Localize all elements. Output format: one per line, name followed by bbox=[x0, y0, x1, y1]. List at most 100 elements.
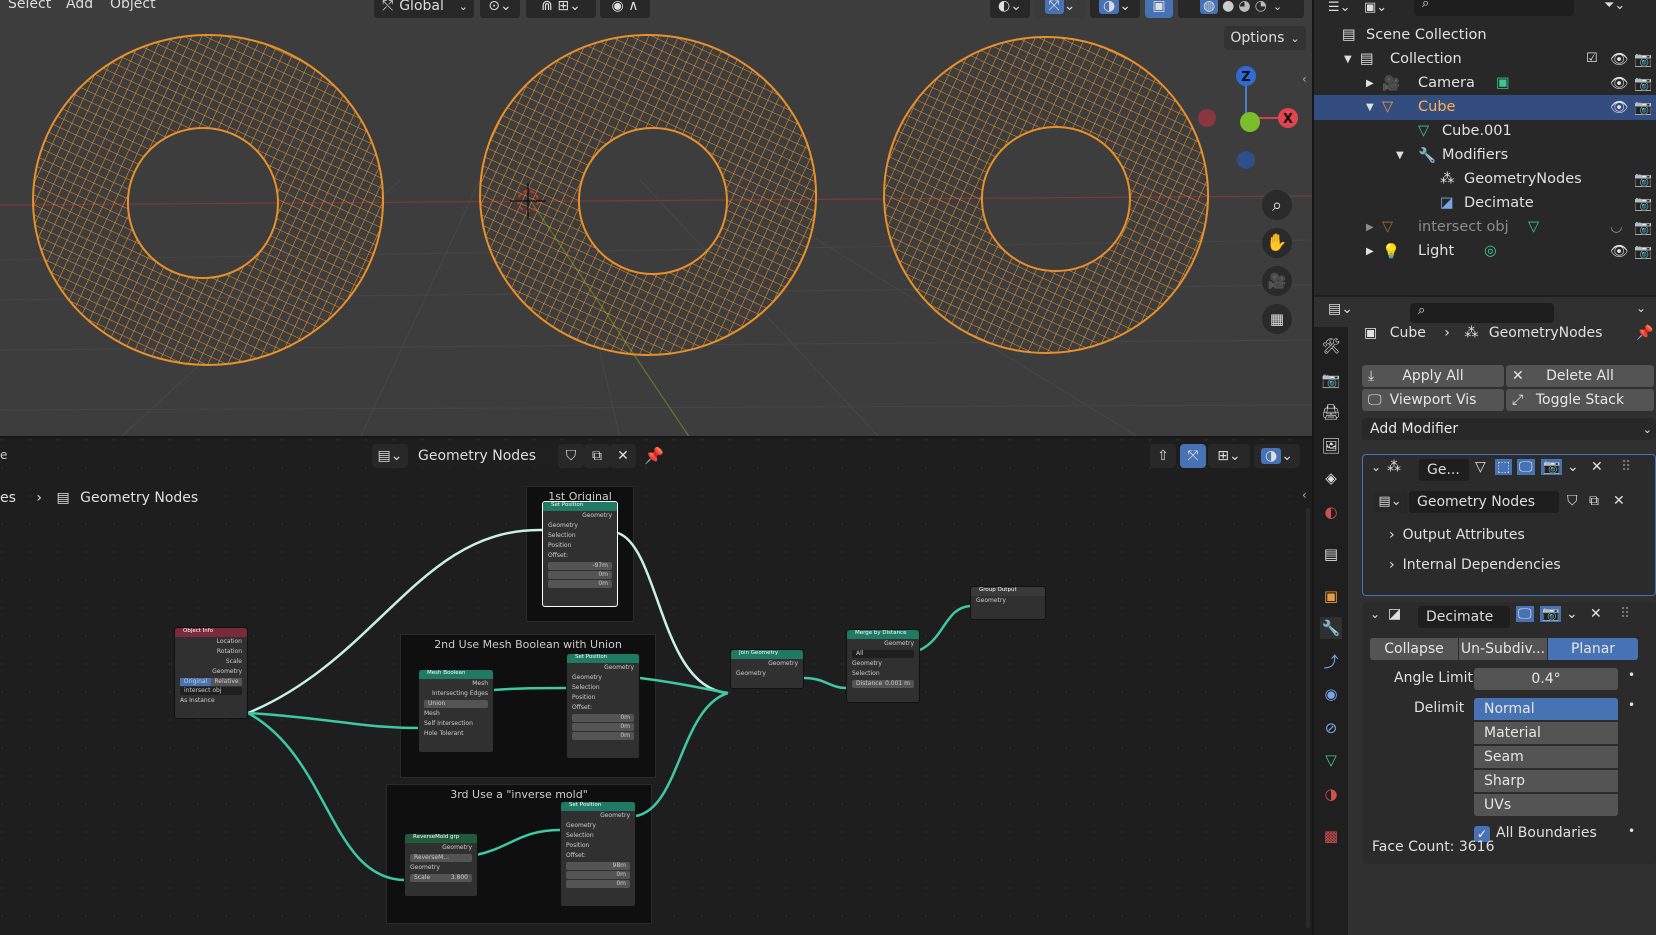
outliner-row-light[interactable]: ▶ 💡 Light ◎ 👁 📷 bbox=[1314, 239, 1656, 264]
expand-arrow-icon[interactable]: ▶ bbox=[1366, 78, 1374, 89]
eye-closed-icon[interactable]: ◡ bbox=[1610, 219, 1623, 235]
material-shading-icon[interactable]: ◕ bbox=[1238, 0, 1250, 14]
snap-dropdown[interactable]: ⋒ ⊞⌄ bbox=[526, 0, 596, 18]
add-modifier-dropdown[interactable]: Add Modifier ⌄ bbox=[1362, 418, 1656, 440]
checkbox-checked-icon[interactable]: ☑ bbox=[1586, 51, 1598, 66]
node-join-geometry[interactable]: Join Geometry Geometry Geometry bbox=[730, 649, 804, 689]
perspective-grid-icon[interactable]: ▦ bbox=[1262, 304, 1292, 334]
world-tab-icon[interactable]: ◐ bbox=[1320, 501, 1342, 523]
expand-arrow-icon[interactable]: ▶ bbox=[1366, 246, 1374, 257]
filter-view-icon[interactable]: ▣⌄ bbox=[1364, 0, 1394, 16]
delimit-seam-toggle[interactable]: Seam bbox=[1474, 746, 1618, 768]
scrollbar[interactable] bbox=[1306, 508, 1310, 928]
collection-tab-icon[interactable]: ▤ bbox=[1320, 543, 1342, 565]
wireframe-shading-icon[interactable]: ◍ bbox=[1199, 0, 1219, 14]
offset-z-field[interactable]: 0m bbox=[566, 880, 630, 888]
filter-icon[interactable]: ⏷⌄ bbox=[1604, 0, 1625, 13]
camera-view-icon[interactable]: 🎥 bbox=[1262, 266, 1292, 296]
pan-hand-icon[interactable]: ✋ bbox=[1262, 228, 1292, 258]
node-object-info[interactable]: Object Info Location Rotation Scale Geom… bbox=[174, 627, 248, 719]
rendered-shading-icon[interactable]: ◔ bbox=[1255, 0, 1267, 14]
menu-add[interactable]: Add bbox=[66, 0, 93, 12]
delimit-material-toggle[interactable]: Material bbox=[1474, 722, 1618, 744]
camera-render-icon[interactable]: 📷 bbox=[1634, 195, 1652, 212]
physics-tab-icon[interactable]: ◉ bbox=[1320, 683, 1342, 705]
node-group-output[interactable]: Group Output Geometry bbox=[970, 586, 1046, 620]
camera-render-icon[interactable]: 📷 bbox=[1634, 75, 1652, 92]
eye-icon[interactable]: 👁 bbox=[1610, 51, 1628, 68]
node-reverse-mold[interactable]: ReverseMold grp Geometry ReverseM... Geo… bbox=[404, 833, 478, 897]
overlay-toggle[interactable]: ◑ ⌄ bbox=[1090, 0, 1140, 18]
outliner-search-input[interactable]: ⌕ bbox=[1414, 0, 1574, 16]
internal-dependencies-subpanel[interactable]: › Internal Dependencies bbox=[1389, 557, 1561, 573]
as-instance-checkbox[interactable]: As Instance bbox=[175, 696, 247, 706]
material-tab-icon[interactable]: ◑ bbox=[1320, 783, 1342, 805]
xray-toggle[interactable]: ▣ bbox=[1145, 0, 1173, 18]
keyframe-dot-icon[interactable]: • bbox=[1628, 698, 1635, 712]
collapse-arrow-icon[interactable]: ⌄ bbox=[1371, 460, 1381, 474]
keyframe-dot-icon[interactable]: • bbox=[1628, 668, 1635, 682]
constraints-tab-icon[interactable]: ⊘ bbox=[1320, 717, 1342, 739]
fake-user-icon[interactable]: ⛉ bbox=[1567, 493, 1578, 509]
node-tree-browse[interactable]: ▤⌄ bbox=[1373, 491, 1407, 513]
output-attributes-subpanel[interactable]: › Output Attributes bbox=[1389, 527, 1525, 543]
offset-z-field[interactable]: 0m bbox=[572, 732, 634, 740]
modifier-name-field[interactable]: Decimate bbox=[1418, 606, 1510, 628]
close-icon[interactable]: ✕ bbox=[1591, 459, 1603, 475]
viewport-vis-button[interactable]: 🖵 Viewport Vis bbox=[1362, 389, 1504, 411]
outliner-row-geometrynodes[interactable]: ⁂ GeometryNodes 📷 bbox=[1314, 167, 1656, 192]
expand-arrow-icon[interactable]: ▼ bbox=[1344, 54, 1352, 65]
options-dropdown[interactable]: Options ⌄ bbox=[1224, 26, 1306, 50]
tool-tab-icon[interactable]: 🛠 bbox=[1320, 335, 1342, 357]
geometry-nodes-modifier-panel[interactable]: ⌄ ⁂ Ge... ▽ ⬚ 🖵 📷 ⌄ ✕ ⠿ ▤⌄ Geometry Node… bbox=[1362, 454, 1656, 596]
mode-relative-button[interactable]: Relative bbox=[211, 678, 242, 686]
offset-x-field[interactable]: -97m bbox=[548, 562, 612, 570]
object-field[interactable]: intersect obj bbox=[180, 687, 242, 695]
outliner-row-camera[interactable]: ▶ 🎥 Camera ▣ 👁 📷 bbox=[1314, 71, 1656, 96]
node-set-position-2[interactable]: Set Position Geometry Geometry Selection… bbox=[566, 653, 640, 759]
delimit-normal-toggle[interactable]: Normal bbox=[1474, 698, 1618, 720]
properties-editor[interactable]: ▤⌄ ⌕ ⌄ 🛠 📷 🖨 🖼 ◈ ◐ ▤ ▣ 🔧 ⤴ ◉ ⊘ ▽ ◑ ▩ ▣ C… bbox=[1314, 297, 1656, 935]
expand-arrow-icon[interactable]: ▶ bbox=[1366, 222, 1374, 233]
hole-tolerant-checkbox[interactable]: Hole Tolerant bbox=[419, 729, 493, 739]
navigation-gizmo[interactable]: Z X bbox=[1195, 64, 1305, 174]
scale-field[interactable]: Scale 3.800 bbox=[410, 874, 472, 882]
node-editor[interactable]: e ▤⌄ Geometry Nodes ⛉ ⧉ ✕ 📌 ⇧ ⤧ ⊞⌄ ◑ ⌄ es… bbox=[0, 438, 1312, 935]
outliner[interactable]: ☰⌄ ▣⌄ ⌕ ⏷⌄ ▤ Scene Collection ▼ ▤ Collec… bbox=[1314, 0, 1656, 295]
properties-search-input[interactable]: ⌕ bbox=[1410, 303, 1554, 323]
eye-icon[interactable]: 👁 bbox=[1610, 99, 1628, 116]
collapse-arrow-icon[interactable]: ⌄ bbox=[1370, 607, 1380, 621]
solid-shading-icon[interactable]: ● bbox=[1222, 0, 1234, 14]
eye-icon[interactable]: 👁 bbox=[1610, 75, 1628, 92]
menu-select[interactable]: Select bbox=[8, 0, 51, 12]
offset-y-field[interactable]: 0m bbox=[566, 871, 630, 879]
mode-planar-button[interactable]: Planar bbox=[1548, 638, 1638, 660]
offset-x-field[interactable]: 0m bbox=[572, 714, 634, 722]
view-layer-tab-icon[interactable]: 🖼 bbox=[1320, 435, 1342, 457]
mode-original-button[interactable]: Original bbox=[180, 678, 211, 686]
camera-render-icon[interactable]: 📷 bbox=[1634, 243, 1652, 260]
expand-arrow-icon[interactable]: ▼ bbox=[1366, 102, 1374, 113]
close-icon[interactable]: ✕ bbox=[1590, 606, 1602, 622]
scene-tab-icon[interactable]: ◈ bbox=[1320, 467, 1342, 489]
render-camera-icon[interactable]: 📷 bbox=[1540, 606, 1562, 622]
node-mesh-boolean[interactable]: Mesh Boolean Mesh Intersecting Edges Uni… bbox=[418, 669, 494, 753]
pin-icon[interactable]: 📌 bbox=[1636, 325, 1653, 341]
sidebar-toggle-icon[interactable]: ‹ bbox=[1302, 72, 1307, 86]
camera-render-icon[interactable]: 📷 bbox=[1634, 51, 1652, 68]
self-intersection-checkbox[interactable]: Self Intersection bbox=[419, 719, 493, 729]
viewport-display-icon[interactable]: 🖵 bbox=[1516, 606, 1534, 622]
visibility-dropdown[interactable]: ◐⌄ bbox=[990, 0, 1030, 18]
node-merge-by-distance[interactable]: Merge by Distance Geometry All Geometry … bbox=[846, 629, 920, 703]
eye-icon[interactable]: 👁 bbox=[1610, 243, 1628, 260]
node-set-position-1[interactable]: Set Position Geometry Geometry Selection… bbox=[542, 501, 618, 607]
camera-render-icon[interactable]: 📷 bbox=[1634, 171, 1652, 188]
expand-arrow-icon[interactable]: ▼ bbox=[1396, 150, 1404, 161]
delete-all-button[interactable]: ✕ Delete All bbox=[1506, 365, 1654, 387]
render-tab-icon[interactable]: 📷 bbox=[1320, 369, 1342, 391]
outliner-row-decimate[interactable]: ◪ Decimate 📷 bbox=[1314, 191, 1656, 216]
close-icon[interactable]: ✕ bbox=[1613, 493, 1625, 509]
edit-mode-icon[interactable]: ▽ bbox=[1475, 459, 1486, 475]
offset-x-field[interactable]: 98m bbox=[566, 862, 630, 870]
outliner-row-modifiers[interactable]: ▼ 🔧 Modifiers bbox=[1314, 143, 1656, 168]
